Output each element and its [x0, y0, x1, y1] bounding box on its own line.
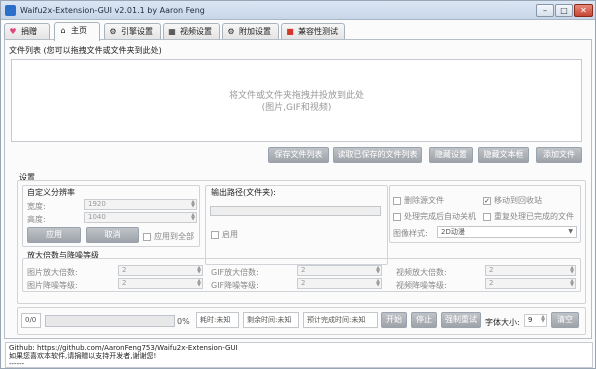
- heart-icon: ♥: [9, 27, 17, 36]
- log-line: Github: https://github.com/AaronFeng753/…: [9, 344, 238, 352]
- chevron-down-icon: ▼: [568, 228, 573, 235]
- tab-label: 附加设置: [239, 27, 271, 36]
- read-file-list-button[interactable]: 读取已保存的文件列表: [333, 147, 422, 163]
- title-bar: Waifu2x-Extension-GUI v2.01.1 by Aaron F…: [1, 1, 595, 20]
- video-scale-label: 视频放大倍数:: [396, 268, 447, 277]
- image-denoise-label: 图片降噪等级:: [27, 281, 78, 290]
- video-scale-spinbox[interactable]: 2 ▲ ▼: [485, 265, 576, 276]
- log-line: ------: [9, 360, 25, 368]
- width-label: 宽度:: [27, 202, 46, 211]
- gif-denoise-spinbox[interactable]: 2 ▲ ▼: [297, 278, 382, 289]
- tab-extra-settings[interactable]: ⚙ 附加设置: [222, 23, 279, 40]
- app-window: Waifu2x-Extension-GUI v2.01.1 by Aaron F…: [0, 0, 596, 369]
- gif-scale-spinbox[interactable]: 2 ▲ ▼: [297, 265, 382, 276]
- eta-time: 预计完成时间:未知: [303, 312, 378, 328]
- minimize-button[interactable]: –: [536, 4, 554, 17]
- file-count: 0/0: [21, 313, 41, 328]
- apply-resolution-button[interactable]: 应用: [27, 227, 81, 243]
- gif-denoise-label: GIF降噪等级:: [211, 281, 259, 290]
- tab-video-settings[interactable]: ▦ 视频设置: [163, 23, 220, 40]
- window-title: Waifu2x-Extension-GUI v2.01.1 by Aaron F…: [20, 6, 205, 15]
- home-panel: 文件列表 (您可以拖拽文件或文件夹到此处) 将文件或文件夹拖拽并投放到此处 (图…: [4, 39, 592, 339]
- progress-percent: 0%: [177, 317, 190, 326]
- spin-arrows-icon: ▲ ▼: [191, 212, 195, 222]
- font-size-spinbox[interactable]: 9 ▲ ▼: [524, 314, 547, 327]
- image-style-value: 2D动漫: [441, 228, 465, 236]
- tab-label: 捐赠: [21, 27, 37, 36]
- tab-compat-test[interactable]: ■ 兼容性测试: [281, 23, 345, 40]
- log-textbox[interactable]: Github: https://github.com/AaronFeng753/…: [5, 342, 593, 368]
- spin-arrows-icon: ▲ ▼: [376, 265, 380, 275]
- start-button[interactable]: 开始: [381, 312, 407, 328]
- tab-label: 主页: [71, 26, 87, 35]
- gif-scale-label: GIF放大倍数:: [211, 268, 259, 277]
- spin-arrows-icon: ▲ ▼: [197, 278, 201, 288]
- image-style-label: 图像样式:: [393, 229, 428, 238]
- tab-donate[interactable]: ♥ 捐赠: [4, 23, 50, 40]
- tab-label: 兼容性测试: [298, 27, 338, 36]
- hide-textbox-button[interactable]: 隐藏文本框: [478, 147, 529, 163]
- apply-to-all-checkbox[interactable]: 应用到全部: [143, 231, 194, 242]
- height-spinbox[interactable]: 1040 ▲ ▼: [84, 212, 197, 223]
- app-icon: [5, 5, 16, 16]
- spin-arrows-icon: ▲ ▼: [570, 278, 574, 288]
- custom-resolution-label: 自定义分辨率: [27, 188, 75, 197]
- height-value: 1040: [88, 213, 106, 221]
- restore-button[interactable]: □: [555, 4, 573, 17]
- move-to-recycle-checkbox[interactable]: ✓ 移动到回收站: [483, 195, 542, 206]
- film-icon: ▦: [168, 27, 176, 36]
- gear-icon: ⚙: [109, 27, 117, 36]
- tab-bar: ♥ 捐赠 ⌂ 主页 ⚙ 引擎设置 ▦ 视频设置 ⚙ 附加设置 ■ 兼容性测试: [4, 22, 594, 41]
- clear-button[interactable]: 清空: [551, 312, 579, 328]
- spin-arrows-icon: ▲ ▼: [570, 265, 574, 275]
- checked-icon: ✓: [483, 196, 491, 205]
- video-denoise-label: 视频降噪等级:: [396, 281, 447, 290]
- tab-label: 视频设置: [180, 27, 212, 36]
- drop-hint-subtext: (图片,GIF和视频): [261, 103, 332, 113]
- spin-arrows-icon: ▲ ▼: [191, 199, 195, 209]
- delete-source-checkbox[interactable]: 删除源文件: [393, 195, 444, 206]
- hide-settings-button[interactable]: 隐藏设置: [429, 147, 473, 163]
- tab-label: 引擎设置: [121, 27, 153, 36]
- file-drop-area[interactable]: 将文件或文件夹拖拽并投放到此处 (图片,GIF和视频): [11, 59, 582, 142]
- close-button[interactable]: ✕: [574, 4, 593, 17]
- image-scale-spinbox[interactable]: 2 ▲ ▼: [118, 265, 203, 276]
- image-scale-label: 图片放大倍数:: [27, 268, 78, 277]
- spin-arrows-icon: ▲ ▼: [541, 314, 545, 324]
- width-spinbox[interactable]: 1920 ▲ ▼: [84, 199, 197, 210]
- width-value: 1920: [88, 200, 106, 208]
- output-path-input[interactable]: [210, 206, 381, 216]
- drop-hint-text: 将文件或文件夹拖拽并投放到此处: [228, 91, 364, 101]
- reprocess-finished-checkbox[interactable]: 重复处理已完成的文件: [483, 211, 574, 222]
- file-list-label: 文件列表 (您可以拖拽文件或文件夹到此处): [9, 46, 162, 55]
- sliders-icon: ⚙: [227, 27, 235, 36]
- image-denoise-spinbox[interactable]: 2 ▲ ▼: [118, 278, 203, 289]
- elapsed-time: 耗时:未知: [196, 312, 239, 328]
- tab-engine-settings[interactable]: ⚙ 引擎设置: [104, 23, 161, 40]
- height-label: 高度:: [27, 215, 46, 224]
- add-files-button[interactable]: 添加文件: [536, 147, 582, 163]
- remaining-time: 剩余时间:未知: [243, 312, 299, 328]
- output-enable-checkbox[interactable]: 启用: [211, 229, 238, 240]
- spin-arrows-icon: ▲ ▼: [197, 265, 201, 275]
- force-retry-button[interactable]: 强制重试: [441, 312, 481, 328]
- log-line: 如果您喜欢本软件,请捐赠以支持开发者,谢谢您!: [9, 352, 157, 360]
- save-file-list-button[interactable]: 保存文件列表: [268, 147, 329, 163]
- font-size-label: 字体大小:: [485, 318, 520, 327]
- video-denoise-spinbox[interactable]: 2 ▲ ▼: [485, 278, 576, 289]
- output-path-label: 输出路径(文件夹):: [211, 188, 276, 197]
- progress-bar: [45, 315, 175, 327]
- home-icon: ⌂: [60, 26, 66, 35]
- image-style-select[interactable]: 2D动漫 ▼: [437, 226, 577, 238]
- cancel-resolution-button[interactable]: 取消: [86, 227, 139, 243]
- test-icon: ■: [286, 27, 294, 36]
- spin-arrows-icon: ▲ ▼: [376, 278, 380, 288]
- stop-button[interactable]: 停止: [411, 312, 437, 328]
- auto-shutdown-checkbox[interactable]: 处理完成后自动关机: [393, 211, 476, 222]
- tab-home[interactable]: ⌂ 主页: [54, 22, 100, 41]
